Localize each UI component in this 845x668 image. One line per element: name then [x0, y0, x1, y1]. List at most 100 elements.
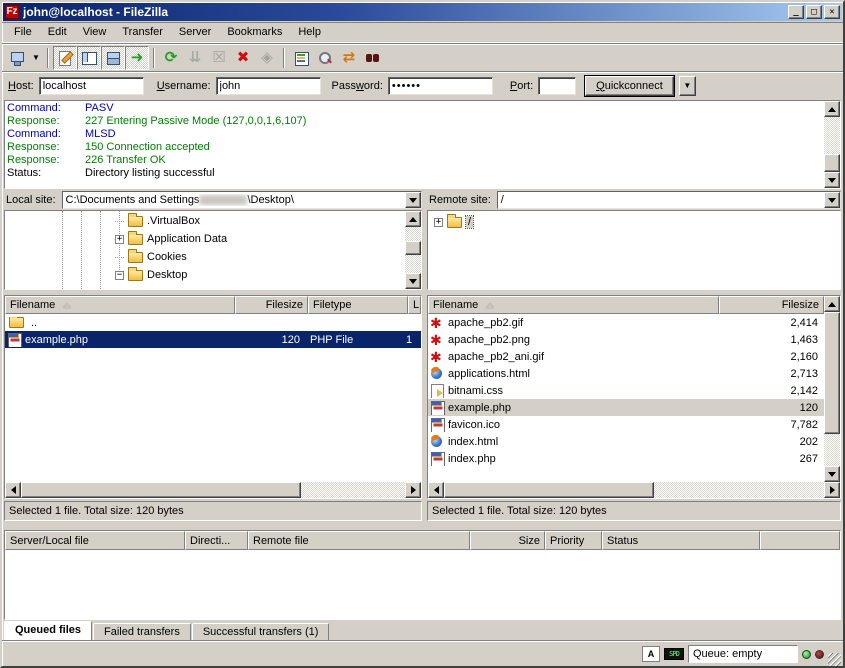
quickconnect-dropdown-button[interactable]: ▼	[679, 76, 696, 96]
title-bar[interactable]: Fz john@localhost - FileZilla _ □ ✕	[3, 3, 842, 21]
collapse-minus-icon[interactable]: −	[115, 271, 124, 280]
synchronized-browsing-button[interactable]: ⇄	[337, 46, 361, 70]
combo-dropdown-button[interactable]	[405, 192, 421, 208]
scroll-right-button[interactable]	[824, 482, 840, 498]
local-directory-tree[interactable]: .VirtualBox + Application Data Cookies −	[5, 211, 405, 289]
column-header-size[interactable]: Size	[470, 531, 545, 550]
scroll-right-button[interactable]	[405, 482, 421, 498]
tree-item-root[interactable]: + /	[428, 213, 840, 231]
scrollbar-thumb[interactable]	[405, 241, 421, 255]
tab-queued-files[interactable]: Queued files	[4, 621, 92, 641]
speed-limits-icon[interactable]: SPD	[664, 648, 684, 660]
file-row[interactable]: index.html202	[428, 433, 824, 450]
column-header-filename[interactable]: Filename	[428, 296, 719, 314]
column-header-direction[interactable]: Directi...	[185, 531, 248, 550]
horizontal-splitter[interactable]	[2, 521, 843, 530]
menu-server[interactable]: Server	[171, 23, 219, 41]
file-row-parent-dir[interactable]: ..	[5, 314, 421, 331]
minimize-button[interactable]: _	[788, 5, 804, 19]
local-tree-scrollbar[interactable]	[405, 211, 421, 289]
combo-dropdown-button[interactable]	[824, 192, 840, 208]
scroll-down-button[interactable]	[824, 172, 840, 188]
column-header-filename[interactable]: Filename	[5, 296, 235, 314]
expand-plus-icon[interactable]: +	[115, 235, 124, 244]
quickconnect-button[interactable]: Quickconnect	[585, 76, 674, 96]
menu-bookmarks[interactable]: Bookmarks	[219, 23, 290, 41]
refresh-button[interactable]: ⟳	[159, 46, 183, 70]
toggle-transfer-queue-button[interactable]: ➜	[125, 46, 149, 70]
tree-item-virtualbox[interactable]: .VirtualBox	[5, 212, 405, 230]
tree-item-cookies[interactable]: Cookies	[5, 248, 405, 266]
menu-view[interactable]: View	[75, 23, 115, 41]
file-row[interactable]: apache_pb2_ani.gif2,160	[428, 348, 824, 365]
column-header-remote-file[interactable]: Remote file	[248, 531, 470, 550]
file-row[interactable]: favicon.ico7,782	[428, 416, 824, 433]
username-input[interactable]	[216, 77, 321, 95]
remote-path-combobox[interactable]: /	[497, 191, 841, 209]
scroll-up-button[interactable]	[824, 101, 840, 117]
scroll-down-button[interactable]	[405, 273, 421, 289]
scroll-left-button[interactable]	[428, 482, 444, 498]
column-header-status[interactable]: Status	[602, 531, 760, 550]
tree-item-application-data[interactable]: + Application Data	[5, 230, 405, 248]
close-button[interactable]: ✕	[824, 5, 840, 19]
remote-list-hscrollbar[interactable]	[428, 482, 840, 498]
host-input[interactable]	[39, 77, 144, 95]
menu-transfer[interactable]: Transfer	[114, 23, 171, 41]
expand-plus-icon[interactable]: +	[434, 218, 443, 227]
scrollbar-thumb[interactable]	[824, 154, 840, 172]
tab-successful-transfers[interactable]: Successful transfers (1)	[192, 623, 330, 641]
toggle-local-tree-button[interactable]	[77, 46, 101, 70]
scroll-left-button[interactable]	[5, 482, 21, 498]
toggle-remote-tree-button[interactable]	[101, 46, 125, 70]
column-header-filesize[interactable]: Filesize	[235, 296, 308, 314]
column-header-server-local-file[interactable]: Server/Local file	[5, 531, 185, 550]
column-header-last-modified[interactable]: L	[408, 296, 421, 314]
column-header-filetype[interactable]: Filetype	[308, 296, 408, 314]
log-type: Command:	[7, 128, 85, 141]
file-row[interactable]: apache_pb2.png1,463	[428, 331, 824, 348]
file-row[interactable]: apache_pb2.gif2,414	[428, 314, 824, 331]
password-input[interactable]	[388, 77, 493, 95]
toggle-message-log-button[interactable]	[53, 46, 77, 70]
local-list-body[interactable]: .. example.php 120 PHP File 1	[5, 314, 421, 482]
local-path-combobox[interactable]: C:\Documents and Settings\Desktop\	[62, 191, 422, 209]
scroll-up-button[interactable]	[405, 211, 421, 227]
scrollbar-thumb[interactable]	[824, 312, 840, 434]
cancel-operation-button[interactable]: ☒	[207, 46, 231, 70]
scroll-down-button[interactable]	[824, 466, 840, 482]
scroll-up-button[interactable]	[824, 296, 840, 312]
filter-button[interactable]	[289, 46, 313, 70]
column-header-priority[interactable]: Priority	[545, 531, 602, 550]
directory-comparison-button[interactable]	[313, 46, 337, 70]
file-row[interactable]: applications.html2,713	[428, 365, 824, 382]
column-header-filesize[interactable]: Filesize	[719, 296, 824, 314]
menu-help[interactable]: Help	[290, 23, 329, 41]
queue-body[interactable]	[5, 550, 840, 619]
remote-list-vscrollbar[interactable]	[824, 296, 840, 482]
remote-directory-tree[interactable]: + /	[428, 211, 840, 289]
transfer-type-indicator-icon[interactable]: A	[642, 646, 660, 662]
remote-list-body[interactable]: apache_pb2.gif2,414 apache_pb2.png1,463 …	[428, 314, 824, 482]
scrollbar-thumb[interactable]	[444, 482, 654, 498]
file-row[interactable]: index.php267	[428, 450, 824, 467]
reconnect-button[interactable]: ◈	[255, 46, 279, 70]
maximize-button[interactable]: □	[806, 5, 822, 19]
resize-grip[interactable]	[828, 653, 841, 666]
scrollbar-thumb[interactable]	[21, 482, 301, 498]
file-row[interactable]: bitnami.css2,142	[428, 382, 824, 399]
process-queue-button[interactable]: ⇊	[183, 46, 207, 70]
disconnect-button[interactable]: ✖	[231, 46, 255, 70]
find-files-button[interactable]	[361, 46, 385, 70]
tree-item-desktop[interactable]: − Desktop	[5, 266, 405, 284]
menu-file[interactable]: File	[6, 23, 40, 41]
site-manager-button[interactable]	[5, 46, 29, 70]
site-manager-dropdown-button[interactable]: ▼	[29, 46, 43, 70]
port-input[interactable]	[538, 77, 576, 95]
tab-failed-transfers[interactable]: Failed transfers	[93, 623, 191, 641]
file-row-example-php[interactable]: example.php 120 PHP File 1	[5, 331, 421, 348]
menu-edit[interactable]: Edit	[40, 23, 75, 41]
file-row-selected[interactable]: example.php120	[428, 399, 824, 416]
local-list-hscrollbar[interactable]	[5, 482, 421, 498]
log-scrollbar[interactable]	[824, 101, 840, 188]
